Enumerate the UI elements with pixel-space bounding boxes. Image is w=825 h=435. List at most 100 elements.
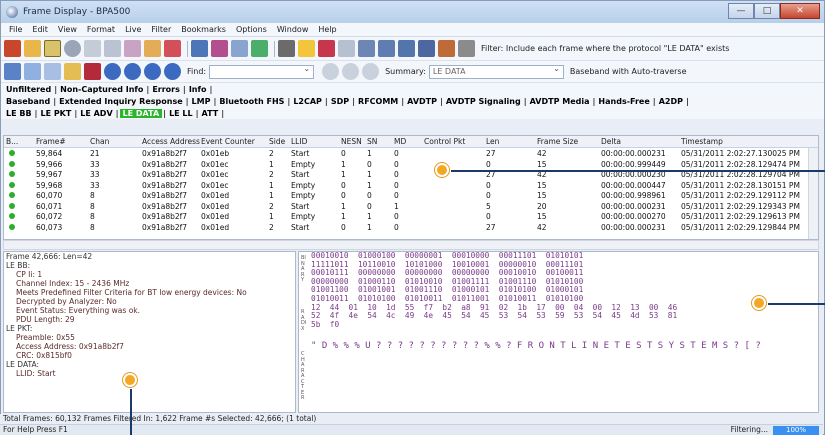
col-llid[interactable]: LLID	[291, 137, 307, 146]
tab-eir[interactable]: Extended Inquiry Response	[57, 97, 184, 106]
tab-rfcomm[interactable]: RFCOMM	[356, 97, 400, 106]
col-len[interactable]: Len	[486, 137, 499, 146]
tree-node[interactable]: Meets Predefined Filter Criteria for BT …	[4, 288, 295, 297]
find-input[interactable]	[209, 64, 315, 79]
chart-icon[interactable]	[124, 40, 141, 57]
col-frame[interactable]: Frame#	[36, 137, 66, 146]
tree-node[interactable]: Event Status: Everything was ok.	[4, 306, 295, 315]
tab-att[interactable]: ATT	[200, 109, 221, 118]
refresh-icon[interactable]	[251, 40, 268, 57]
tab-le-bb[interactable]: LE BB	[4, 109, 34, 118]
col-side[interactable]: Side	[269, 137, 285, 146]
table-row[interactable]: 59,864 21 0x91a8b2f7 0x01eb 2 Start 0 1 0 27 42 00:…	[4, 148, 818, 159]
col-event-counter[interactable]: Event Counter	[201, 137, 255, 146]
menu-help[interactable]: Help	[313, 25, 341, 34]
open-folder-icon[interactable]	[24, 40, 41, 57]
tree-node[interactable]: Decrypted by Analyzer: No	[4, 297, 295, 306]
menu-format[interactable]: Format	[82, 25, 120, 34]
tree-node[interactable]: Preamble: 0x55	[4, 333, 295, 342]
tab-bluetooth-fhs[interactable]: Bluetooth FHS	[217, 97, 286, 106]
next-frame-icon[interactable]	[144, 63, 161, 80]
pane-layout2-icon[interactable]	[24, 63, 41, 80]
tree-node[interactable]: Access Address: 0x91a8b2f7	[4, 342, 295, 351]
tab-errors[interactable]: Errors	[150, 85, 182, 94]
grid-vertical-scrollbar[interactable]	[808, 148, 818, 239]
tab-le-ll[interactable]: LE LL	[167, 109, 195, 118]
table-row[interactable]: 59,968 33 0x91a8b2f7 0x01ec 1 Empty 0 1 0 0 15 00:0…	[4, 180, 818, 191]
tab-avdtp-media[interactable]: AVDTP Media	[528, 97, 592, 106]
col-chan[interactable]: Chan	[90, 137, 109, 146]
col-delta[interactable]: Delta	[601, 137, 621, 146]
bookmark-icon[interactable]	[164, 40, 181, 57]
tree-node[interactable]: Frame 42,666: Len=42	[4, 252, 295, 261]
col-nesn[interactable]: NESN	[341, 137, 362, 146]
menu-window[interactable]: Window	[272, 25, 314, 34]
lock-icon[interactable]	[64, 63, 81, 80]
stop-icon[interactable]	[84, 40, 101, 57]
tab-a2dp[interactable]: A2DP	[657, 97, 685, 106]
layers-icon[interactable]	[231, 40, 248, 57]
menu-bookmarks[interactable]: Bookmarks	[176, 25, 231, 34]
capture-icon[interactable]	[44, 40, 61, 57]
menu-edit[interactable]: Edit	[27, 25, 53, 34]
tree-node[interactable]: LLID: Start	[4, 369, 295, 378]
col-frame-size[interactable]: Frame Size	[537, 137, 578, 146]
pane-layout-icon[interactable]	[4, 63, 21, 80]
tab-info[interactable]: Info	[187, 85, 209, 94]
record-icon[interactable]	[64, 40, 81, 57]
menu-options[interactable]: Options	[231, 25, 272, 34]
tab-le-adv[interactable]: LE ADV	[78, 109, 114, 118]
note-icon[interactable]	[298, 40, 315, 57]
filter-remove-icon[interactable]	[211, 40, 228, 57]
save-icon[interactable]	[104, 40, 121, 57]
table-row[interactable]: 60,070 8 0x91a8b2f7 0x01ed 1 Empty 0 0 0 0 15 00:00…	[4, 190, 818, 201]
last-frame-icon[interactable]	[164, 63, 181, 80]
check-chart-icon[interactable]	[358, 40, 375, 57]
tab-le-pkt[interactable]: LE PKT	[38, 109, 73, 118]
menu-file[interactable]: File	[4, 25, 27, 34]
tab-l2cap[interactable]: L2CAP	[291, 97, 324, 106]
col-access-address[interactable]: Access Address	[142, 137, 200, 146]
tab-unfiltered[interactable]: Unfiltered	[4, 85, 53, 94]
find-all-icon[interactable]	[362, 63, 380, 80]
col-sn[interactable]: SN	[367, 137, 377, 146]
menu-filter[interactable]: Filter	[146, 25, 176, 34]
summary-select[interactable]: LE DATA	[428, 64, 564, 79]
menu-live[interactable]: Live	[120, 25, 146, 34]
prev-frame-icon[interactable]	[124, 63, 141, 80]
col-timestamp[interactable]: Timestamp	[681, 137, 723, 146]
tree-node[interactable]: LE BB:	[4, 261, 295, 270]
check-chart2-icon[interactable]	[378, 40, 395, 57]
first-frame-icon[interactable]	[104, 63, 121, 80]
tree-node[interactable]: Channel Index: 15 - 2436 MHz	[4, 279, 295, 288]
table-row[interactable]: 60,072 8 0x91a8b2f7 0x01ed 1 Empty 1 1 0 0 15 00:00…	[4, 211, 818, 222]
tree-node[interactable]: CP Ii: 1	[4, 270, 295, 279]
table-row[interactable]: 60,073 8 0x91a8b2f7 0x01ed 2 Start 0 1 0 27 42 00:0…	[4, 222, 818, 233]
tab-sdp[interactable]: SDP	[329, 97, 351, 106]
tab-hands-free[interactable]: Hands-Free	[596, 97, 651, 106]
close-button[interactable]: ✕	[780, 3, 820, 19]
search-icon[interactable]	[144, 40, 161, 57]
col-control-pkt[interactable]: Control Pkt	[424, 137, 465, 146]
minimize-button[interactable]: —	[728, 3, 754, 19]
tab-non-captured-info[interactable]: Non-Captured Info	[58, 85, 145, 94]
tab-avdtp[interactable]: AVDTP	[405, 97, 439, 106]
network-icon[interactable]	[418, 40, 435, 57]
col-b[interactable]: B...	[6, 137, 18, 146]
tree-node[interactable]: PDU Length: 29	[4, 315, 295, 324]
filter-icon[interactable]	[191, 40, 208, 57]
book-icon[interactable]	[318, 40, 335, 57]
tab-avdtp-signaling[interactable]: AVDTP Signaling	[444, 97, 523, 106]
tree-node[interactable]: CRC: 0x815bf0	[4, 351, 295, 360]
tree-node[interactable]: LE DATA:	[4, 360, 295, 369]
binoculars-icon[interactable]	[278, 40, 295, 57]
menu-view[interactable]: View	[53, 25, 82, 34]
bookmark-find-icon[interactable]	[84, 63, 101, 80]
pane-layout3-icon[interactable]	[44, 63, 61, 80]
table-row[interactable]: 60,071 8 0x91a8b2f7 0x01ed 2 Start 1 0 1 5 20 00:00…	[4, 201, 818, 212]
col-md[interactable]: MD	[394, 137, 406, 146]
find-next-icon[interactable]	[342, 63, 360, 80]
bar-chart-icon[interactable]	[438, 40, 455, 57]
home-icon[interactable]	[4, 40, 21, 57]
check-chart3-icon[interactable]	[398, 40, 415, 57]
